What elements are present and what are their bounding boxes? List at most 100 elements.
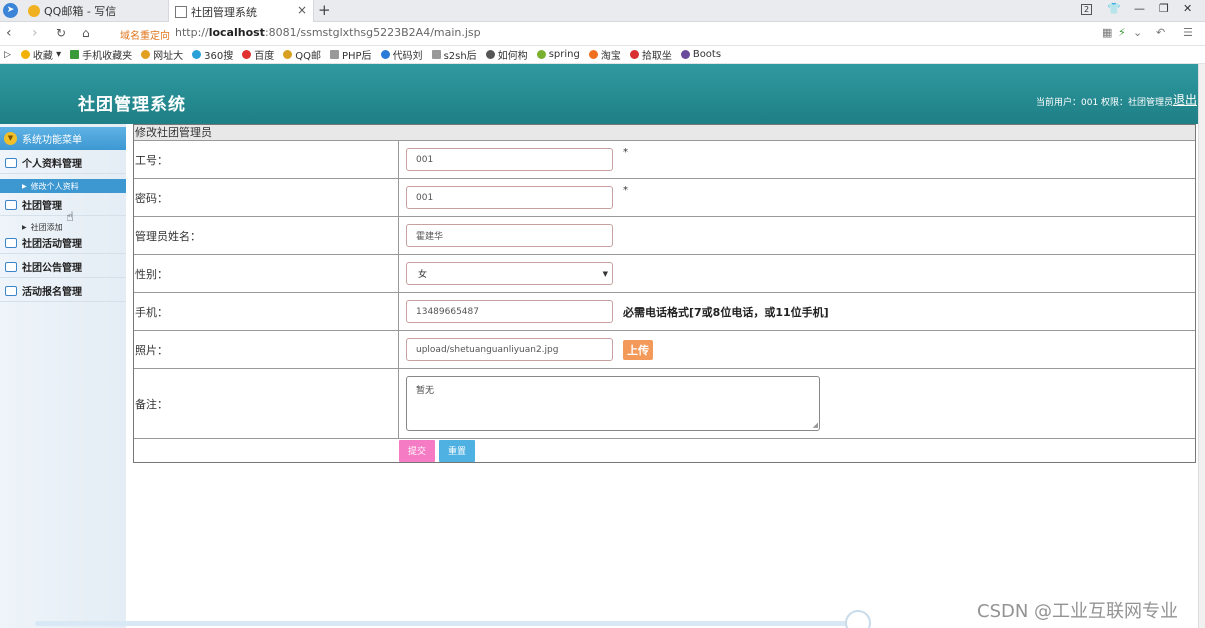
bookmark-item[interactable]: 拾取坐 xyxy=(629,47,672,62)
form-row-id: 工号： 001 * xyxy=(134,141,1195,179)
gender-selected-value: 女 xyxy=(418,270,428,280)
sidebar-item-notice[interactable]: 社团公告管理 xyxy=(0,256,126,278)
phone-format-hint: 必需电话格式[7或8位电话，或11位手机] xyxy=(623,305,829,319)
required-mark: * xyxy=(623,147,628,158)
logout-link[interactable]: 退出 xyxy=(1173,91,1197,108)
caret-down-icon: ▼ xyxy=(602,269,608,278)
app-title: 社团管理系统 xyxy=(78,95,186,115)
bookmark-item[interactable]: Boots xyxy=(680,49,721,60)
chevron-down-icon: ▼ xyxy=(4,132,17,145)
page-icon xyxy=(175,5,187,18)
grid-icon[interactable]: ▦ xyxy=(1102,26,1112,39)
reset-button[interactable]: 重置 xyxy=(439,439,475,462)
tab-label: 社团管理系统 xyxy=(191,5,257,19)
sidebar-item-label: 个人资料管理 xyxy=(22,159,82,170)
pin-icon xyxy=(629,50,639,59)
remark-textarea[interactable]: 暂无 ◢ xyxy=(406,376,820,431)
watermark: CSDN @工业互联网专业 xyxy=(977,601,1179,622)
monitor-icon xyxy=(5,285,17,296)
paw-icon xyxy=(242,50,252,59)
sidebar-item-label: 社团管理 xyxy=(22,201,62,212)
form-row-phone: 手机： 13489665487 必需电话格式[7或8位电话，或11位手机] xyxy=(134,293,1195,331)
required-mark: * xyxy=(623,185,628,196)
edit-admin-form: 修改社团管理员 工号： 001 * 密码： 001 * 管理员姓名： 霍建华 性… xyxy=(133,124,1196,463)
resize-grip-icon[interactable]: ◢ xyxy=(813,421,818,429)
monitor-icon xyxy=(5,261,17,272)
site-icon xyxy=(283,50,293,59)
form-row-gender: 性别： 女 ▼ xyxy=(134,255,1195,293)
undo-icon[interactable]: ↶ xyxy=(1156,26,1165,39)
url-host: localhost xyxy=(208,26,265,39)
bookmark-item[interactable]: 代码刘 xyxy=(380,47,423,62)
close-tab-icon[interactable]: × xyxy=(297,3,307,17)
new-tab-button[interactable]: + xyxy=(318,1,331,19)
id-input[interactable]: 001 xyxy=(406,148,613,171)
form-row-photo: 照片： upload/shetuanguanliyuan2.jpg 上传 xyxy=(134,331,1195,369)
chevron-down-icon[interactable]: ⌄ xyxy=(1133,26,1142,39)
sidebar-sub-edit-profile[interactable]: ▶ 修改个人资料 xyxy=(0,179,126,193)
url-prefix: http:// xyxy=(175,26,209,39)
bookmark-toggle-icon[interactable]: ▷ xyxy=(4,50,11,60)
tab-club-system[interactable]: 社团管理系统 × xyxy=(168,0,314,23)
browser-logo-icon[interactable]: ➤ xyxy=(3,3,18,18)
sidebar-item-profile[interactable]: 个人资料管理 xyxy=(0,152,126,174)
phone-label: 手机： xyxy=(134,293,399,330)
bookmark-item[interactable]: 360搜 xyxy=(192,47,233,62)
form-row-password: 密码： 001 * xyxy=(134,179,1195,217)
page-icon xyxy=(329,50,339,59)
forward-icon[interactable]: › xyxy=(32,25,38,41)
id-label: 工号： xyxy=(134,141,399,178)
bookmark-item[interactable]: 百度 xyxy=(242,47,274,62)
bookmark-item[interactable]: QQ邮 xyxy=(283,47,321,62)
bookmark-item[interactable]: 如何构 xyxy=(485,47,528,62)
submit-button[interactable]: 提交 xyxy=(399,439,435,462)
leaf-icon xyxy=(536,50,546,59)
sidebar-item-label: 社团活动管理 xyxy=(22,239,82,250)
bolt-icon[interactable]: ⚡ xyxy=(1118,26,1126,39)
bookmark-item[interactable]: 收藏 ▾ xyxy=(20,47,61,62)
browser-tab-bar: ➤ QQ邮箱 - 写信 社团管理系统 × + 2 👕 — ❐ ✕ xyxy=(0,0,1205,23)
vertical-scrollbar[interactable] xyxy=(1198,64,1205,628)
form-row-remark: 备注： 暂无 ◢ xyxy=(134,369,1195,439)
menu-icon[interactable]: ☰ xyxy=(1183,26,1193,39)
horizontal-scrollbar[interactable] xyxy=(35,621,850,626)
sidebar-menu-head[interactable]: ▼ 系统功能菜单 xyxy=(0,127,126,150)
upload-button[interactable]: 上传 xyxy=(623,339,653,360)
back-icon[interactable]: ‹ xyxy=(6,25,12,41)
sidebar: ▼ 系统功能菜单 个人资料管理 ▶ 修改个人资料 社团管理 ▶ 社团添加 社团活… xyxy=(0,124,126,628)
form-row-name: 管理员姓名： 霍建华 xyxy=(134,217,1195,255)
bookmark-item[interactable]: 手机收藏夹 xyxy=(70,47,132,62)
name-input[interactable]: 霍建华 xyxy=(406,224,613,247)
sidebar-item-signup[interactable]: 活动报名管理 xyxy=(0,280,126,302)
window-count-badge[interactable]: 2 xyxy=(1081,4,1093,15)
photo-path-input[interactable]: upload/shetuanguanliyuan2.jpg xyxy=(406,338,613,361)
gender-label: 性别： xyxy=(134,255,399,292)
bookmark-item[interactable]: 网址大 xyxy=(141,47,183,62)
restore-icon[interactable]: ❐ xyxy=(1159,2,1169,15)
bookmark-item[interactable]: s2sh后 xyxy=(431,47,477,62)
close-window-icon[interactable]: ✕ xyxy=(1183,2,1192,15)
reload-icon[interactable]: ↻ xyxy=(56,26,66,40)
bookmark-item[interactable]: PHP后 xyxy=(329,47,372,62)
name-label: 管理员姓名： xyxy=(134,217,399,254)
site-icon xyxy=(485,50,495,59)
url-field[interactable]: http://localhost:8081/ssmstglxthsg5223B2… xyxy=(175,26,481,39)
password-input[interactable]: 001 xyxy=(406,186,613,209)
home-icon[interactable]: ⌂ xyxy=(82,26,90,40)
bookmark-item[interactable]: spring xyxy=(536,49,580,60)
phone-icon xyxy=(70,50,80,59)
bookmark-item[interactable]: 淘宝 xyxy=(588,47,621,62)
url-rest: :8081/ssmstglxthsg5223B2A4/main.jsp xyxy=(264,26,481,39)
redirect-label: 域名重定向 xyxy=(120,31,170,42)
gender-select[interactable]: 女 ▼ xyxy=(406,262,613,285)
arrow-right-icon: ▶ xyxy=(22,223,27,231)
tab-qq-mail[interactable]: QQ邮箱 - 写信 xyxy=(22,0,166,22)
phone-input[interactable]: 13489665487 xyxy=(406,300,613,323)
sidebar-sub-label: 修改个人资料 xyxy=(30,181,79,191)
site-icon xyxy=(192,50,202,59)
form-caption: 修改社团管理员 xyxy=(134,125,1195,141)
minimize-icon[interactable]: — xyxy=(1134,2,1145,15)
sidebar-item-activity[interactable]: 社团活动管理 xyxy=(0,232,126,254)
shirt-icon[interactable]: 👕 xyxy=(1107,2,1121,15)
sidebar-item-club[interactable]: 社团管理 xyxy=(0,194,126,216)
